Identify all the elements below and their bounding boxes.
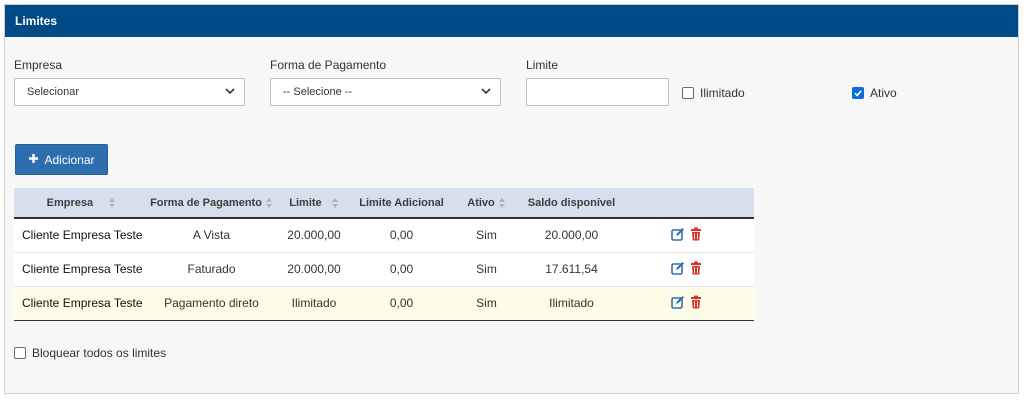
col-header-saldo: Saldo disponível [524, 188, 619, 219]
cell-saldo: Ilimitado [524, 286, 619, 321]
add-button-label: Adicionar [44, 152, 95, 167]
col-header-label: Ativo [467, 196, 495, 209]
col-header-label: Empresa [46, 196, 94, 209]
col-header-ativo[interactable]: Ativo [449, 188, 524, 219]
cell-adicional: 0,00 [354, 252, 449, 287]
edit-icon[interactable] [670, 295, 685, 309]
forma-pagamento-label: Forma de Pagamento [270, 58, 387, 72]
sort-icon [108, 197, 116, 209]
empresa-label: Empresa [14, 58, 63, 72]
col-header-limite-adicional: Limite Adicional [354, 188, 449, 219]
col-header-actions [619, 188, 754, 219]
cell-forma: Pagamento direto [149, 286, 274, 321]
limite-label: Limite [526, 58, 559, 72]
table-row: Cliente Empresa Teste Faturado 20.000,00… [14, 252, 754, 287]
chevron-down-icon [224, 85, 236, 100]
bloquear-option[interactable]: Bloquear todos os limites [14, 346, 166, 360]
table-header-row: Empresa Forma de Pagamento Limite Limite… [14, 188, 754, 219]
trash-icon[interactable] [689, 295, 703, 309]
ativo-label: Ativo [870, 86, 897, 100]
cell-limite: 20.000,00 [274, 252, 354, 287]
trash-icon[interactable] [689, 227, 703, 241]
table-row: Cliente Empresa Teste Pagamento direto I… [14, 286, 754, 321]
col-header-forma[interactable]: Forma de Pagamento [149, 188, 274, 219]
ilimitado-option[interactable]: Ilimitado [682, 86, 745, 100]
cell-ativo: Sim [449, 286, 524, 321]
col-header-label: Forma de Pagamento [150, 196, 262, 209]
cell-actions [619, 218, 754, 253]
empresa-select-value: Selecionar [27, 86, 79, 98]
sort-icon [265, 197, 273, 209]
col-header-label: Saldo disponível [527, 196, 616, 209]
check-icon [854, 90, 862, 97]
limits-panel: Limites Empresa Selecionar Forma de Paga… [4, 4, 1019, 394]
forma-pagamento-select-value: -- Selecione -- [283, 86, 353, 98]
panel-title: Limites [15, 14, 58, 28]
sort-icon [498, 197, 506, 209]
panel-header: Limites [5, 5, 1018, 37]
ativo-option[interactable]: Ativo [852, 86, 897, 100]
cell-empresa: Cliente Empresa Teste [14, 252, 149, 287]
cell-limite: Ilimitado [274, 286, 354, 321]
bloquear-label: Bloquear todos os limites [32, 346, 167, 360]
cell-saldo: 20.000,00 [524, 218, 619, 253]
table-row: Cliente Empresa Teste A Vista 20.000,00 … [14, 218, 754, 253]
cell-adicional: 0,00 [354, 218, 449, 253]
cell-empresa: Cliente Empresa Teste [14, 286, 149, 321]
add-button[interactable]: Adicionar [15, 144, 108, 175]
limits-table: Empresa Forma de Pagamento Limite Limite… [14, 188, 754, 321]
cell-adicional: 0,00 [354, 286, 449, 321]
sort-icon [331, 197, 339, 209]
limite-input[interactable] [526, 78, 669, 106]
cell-actions [619, 252, 754, 287]
empresa-select[interactable]: Selecionar [14, 78, 245, 106]
edit-icon[interactable] [670, 261, 685, 275]
cell-forma: Faturado [149, 252, 274, 287]
bloquear-checkbox[interactable] [14, 347, 26, 359]
cell-empresa: Cliente Empresa Teste [14, 218, 149, 253]
cell-forma: A Vista [149, 218, 274, 253]
chevron-down-icon [480, 85, 492, 100]
col-header-limite[interactable]: Limite [274, 188, 354, 219]
col-header-empresa[interactable]: Empresa [14, 188, 149, 219]
ilimitado-label: Ilimitado [700, 86, 745, 100]
col-header-label: Limite [289, 196, 322, 209]
cell-limite: 20.000,00 [274, 218, 354, 253]
cell-ativo: Sim [449, 252, 524, 287]
cell-actions [619, 286, 754, 321]
ilimitado-checkbox[interactable] [682, 87, 694, 99]
plus-icon [28, 153, 39, 167]
ativo-checkbox[interactable] [852, 87, 864, 99]
edit-icon[interactable] [670, 227, 685, 241]
col-header-label: Limite Adicional [359, 196, 444, 209]
forma-pagamento-select[interactable]: -- Selecione -- [270, 78, 501, 106]
trash-icon[interactable] [689, 261, 703, 275]
cell-ativo: Sim [449, 218, 524, 253]
cell-saldo: 17.611,54 [524, 252, 619, 287]
